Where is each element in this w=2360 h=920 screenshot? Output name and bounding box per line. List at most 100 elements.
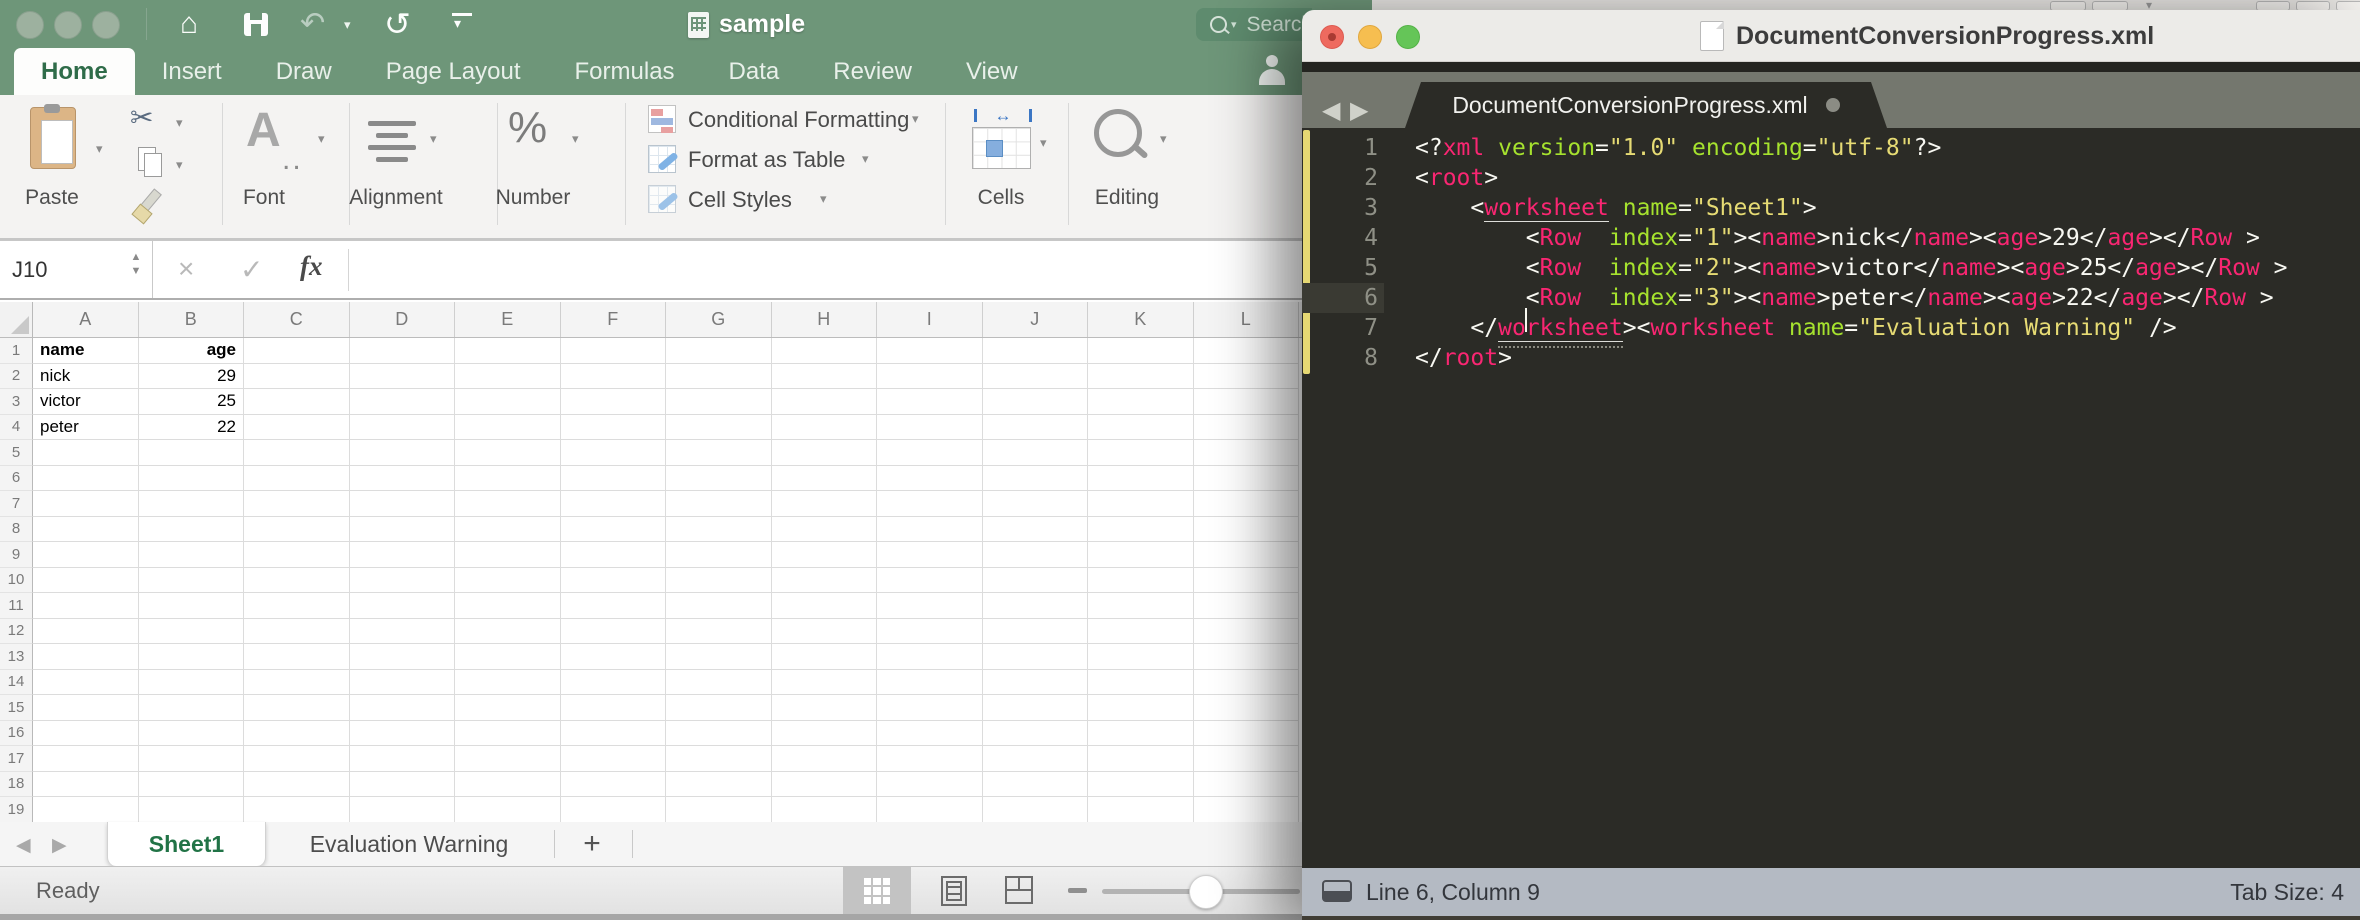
cell-B19[interactable] bbox=[139, 797, 245, 823]
cell-C6[interactable] bbox=[244, 466, 350, 492]
cell-I14[interactable] bbox=[877, 670, 983, 696]
cell-K11[interactable] bbox=[1088, 593, 1194, 619]
cell-J14[interactable] bbox=[983, 670, 1089, 696]
cell-B4[interactable]: 22 bbox=[139, 415, 245, 441]
cell-C5[interactable] bbox=[244, 440, 350, 466]
normal-view-icon[interactable] bbox=[864, 878, 890, 904]
cell-F10[interactable] bbox=[561, 568, 667, 594]
cell-I17[interactable] bbox=[877, 746, 983, 772]
col-header-E[interactable]: E bbox=[455, 302, 561, 337]
cell-G19[interactable] bbox=[666, 797, 772, 823]
conditional-formatting-label[interactable]: Conditional Formatting bbox=[688, 107, 909, 133]
cell-I12[interactable] bbox=[877, 619, 983, 645]
cell-A1[interactable]: name bbox=[33, 338, 139, 364]
cell-K14[interactable] bbox=[1088, 670, 1194, 696]
cell-E15[interactable] bbox=[455, 695, 561, 721]
cell-C4[interactable] bbox=[244, 415, 350, 441]
cell-B5[interactable] bbox=[139, 440, 245, 466]
col-header-D[interactable]: D bbox=[350, 302, 456, 337]
cell-F6[interactable] bbox=[561, 466, 667, 492]
cell-C8[interactable] bbox=[244, 517, 350, 543]
code-line-5[interactable]: <Row index="2"><name>victor</name><age>2… bbox=[1415, 253, 2360, 283]
col-header-K[interactable]: K bbox=[1088, 302, 1194, 337]
cell-A10[interactable] bbox=[33, 568, 139, 594]
cell-I15[interactable] bbox=[877, 695, 983, 721]
cell-L15[interactable] bbox=[1194, 695, 1300, 721]
panel-toggle-icon[interactable] bbox=[1322, 880, 1352, 902]
cell-L9[interactable] bbox=[1194, 542, 1300, 568]
name-box-spinner[interactable]: ▲▼ bbox=[126, 250, 146, 278]
cell-J8[interactable] bbox=[983, 517, 1089, 543]
cell-L18[interactable] bbox=[1194, 772, 1300, 798]
cell-J2[interactable] bbox=[983, 364, 1089, 390]
cell-F14[interactable] bbox=[561, 670, 667, 696]
cell-K2[interactable] bbox=[1088, 364, 1194, 390]
cell-H3[interactable] bbox=[772, 389, 878, 415]
copy-dropdown-caret[interactable]: ▾ bbox=[176, 157, 183, 173]
code-line-1[interactable]: <?xml version="1.0" encoding="utf-8"?> bbox=[1415, 133, 2360, 163]
cell-H8[interactable] bbox=[772, 517, 878, 543]
editing-find-icon[interactable] bbox=[1094, 109, 1142, 157]
cell-B12[interactable] bbox=[139, 619, 245, 645]
cell-A9[interactable] bbox=[33, 542, 139, 568]
alignment-dropdown-caret[interactable]: ▾ bbox=[430, 131, 437, 147]
cell-G4[interactable] bbox=[666, 415, 772, 441]
cell-D2[interactable] bbox=[350, 364, 456, 390]
line-number-1[interactable]: 1 bbox=[1310, 133, 1378, 163]
format-as-table-label[interactable]: Format as Table bbox=[688, 147, 845, 173]
cell-I7[interactable] bbox=[877, 491, 983, 517]
cell-I5[interactable] bbox=[877, 440, 983, 466]
cell-L10[interactable] bbox=[1194, 568, 1300, 594]
cell-B8[interactable] bbox=[139, 517, 245, 543]
col-header-L[interactable]: L bbox=[1194, 302, 1300, 337]
cut-dropdown-caret[interactable]: ▾ bbox=[176, 115, 183, 131]
cell-F7[interactable] bbox=[561, 491, 667, 517]
cell-B2[interactable]: 29 bbox=[139, 364, 245, 390]
row-header-13[interactable]: 13 bbox=[0, 644, 33, 670]
cell-I16[interactable] bbox=[877, 721, 983, 747]
conditional-formatting-caret[interactable]: ▾ bbox=[912, 111, 919, 127]
cell-G16[interactable] bbox=[666, 721, 772, 747]
cell-K8[interactable] bbox=[1088, 517, 1194, 543]
cell-D4[interactable] bbox=[350, 415, 456, 441]
ribbon-tab-page-layout[interactable]: Page Layout bbox=[359, 48, 548, 95]
cell-F3[interactable] bbox=[561, 389, 667, 415]
cell-B16[interactable] bbox=[139, 721, 245, 747]
line-number-8[interactable]: 8 bbox=[1310, 343, 1378, 373]
cell-H18[interactable] bbox=[772, 772, 878, 798]
cell-D11[interactable] bbox=[350, 593, 456, 619]
cell-H16[interactable] bbox=[772, 721, 878, 747]
zoom-button[interactable] bbox=[1396, 25, 1420, 49]
cell-L2[interactable] bbox=[1194, 364, 1300, 390]
nav-back-icon[interactable]: ◀ bbox=[1322, 96, 1340, 125]
cancel-icon[interactable]: × bbox=[178, 253, 194, 285]
cell-G12[interactable] bbox=[666, 619, 772, 645]
col-header-J[interactable]: J bbox=[983, 302, 1089, 337]
row-header-19[interactable]: 19 bbox=[0, 797, 33, 823]
line-number-gutter[interactable]: 12345678 bbox=[1310, 133, 1378, 373]
cell-G6[interactable] bbox=[666, 466, 772, 492]
minimize-button[interactable] bbox=[1358, 25, 1382, 49]
col-header-F[interactable]: F bbox=[561, 302, 667, 337]
add-sheet-button[interactable]: + bbox=[572, 822, 612, 866]
cell-K5[interactable] bbox=[1088, 440, 1194, 466]
row-header-2[interactable]: 2 bbox=[0, 364, 33, 390]
cell-I19[interactable] bbox=[877, 797, 983, 823]
cell-E19[interactable] bbox=[455, 797, 561, 823]
cell-G17[interactable] bbox=[666, 746, 772, 772]
row-header-16[interactable]: 16 bbox=[0, 721, 33, 747]
sheet-tab-evaluation-warning[interactable]: Evaluation Warning bbox=[264, 822, 554, 866]
ribbon-tab-view[interactable]: View bbox=[939, 48, 1045, 95]
copy-icon[interactable] bbox=[138, 147, 156, 171]
zoom-button[interactable] bbox=[92, 11, 120, 39]
cell-A2[interactable]: nick bbox=[33, 364, 139, 390]
ribbon-tab-home[interactable]: Home bbox=[14, 48, 135, 95]
row-header-12[interactable]: 12 bbox=[0, 619, 33, 645]
row-header-14[interactable]: 14 bbox=[0, 670, 33, 696]
undo-dropdown-caret[interactable]: ▾ bbox=[344, 17, 351, 33]
cell-D15[interactable] bbox=[350, 695, 456, 721]
cell-K13[interactable] bbox=[1088, 644, 1194, 670]
cell-F1[interactable] bbox=[561, 338, 667, 364]
col-header-B[interactable]: B bbox=[139, 302, 245, 337]
cell-H15[interactable] bbox=[772, 695, 878, 721]
